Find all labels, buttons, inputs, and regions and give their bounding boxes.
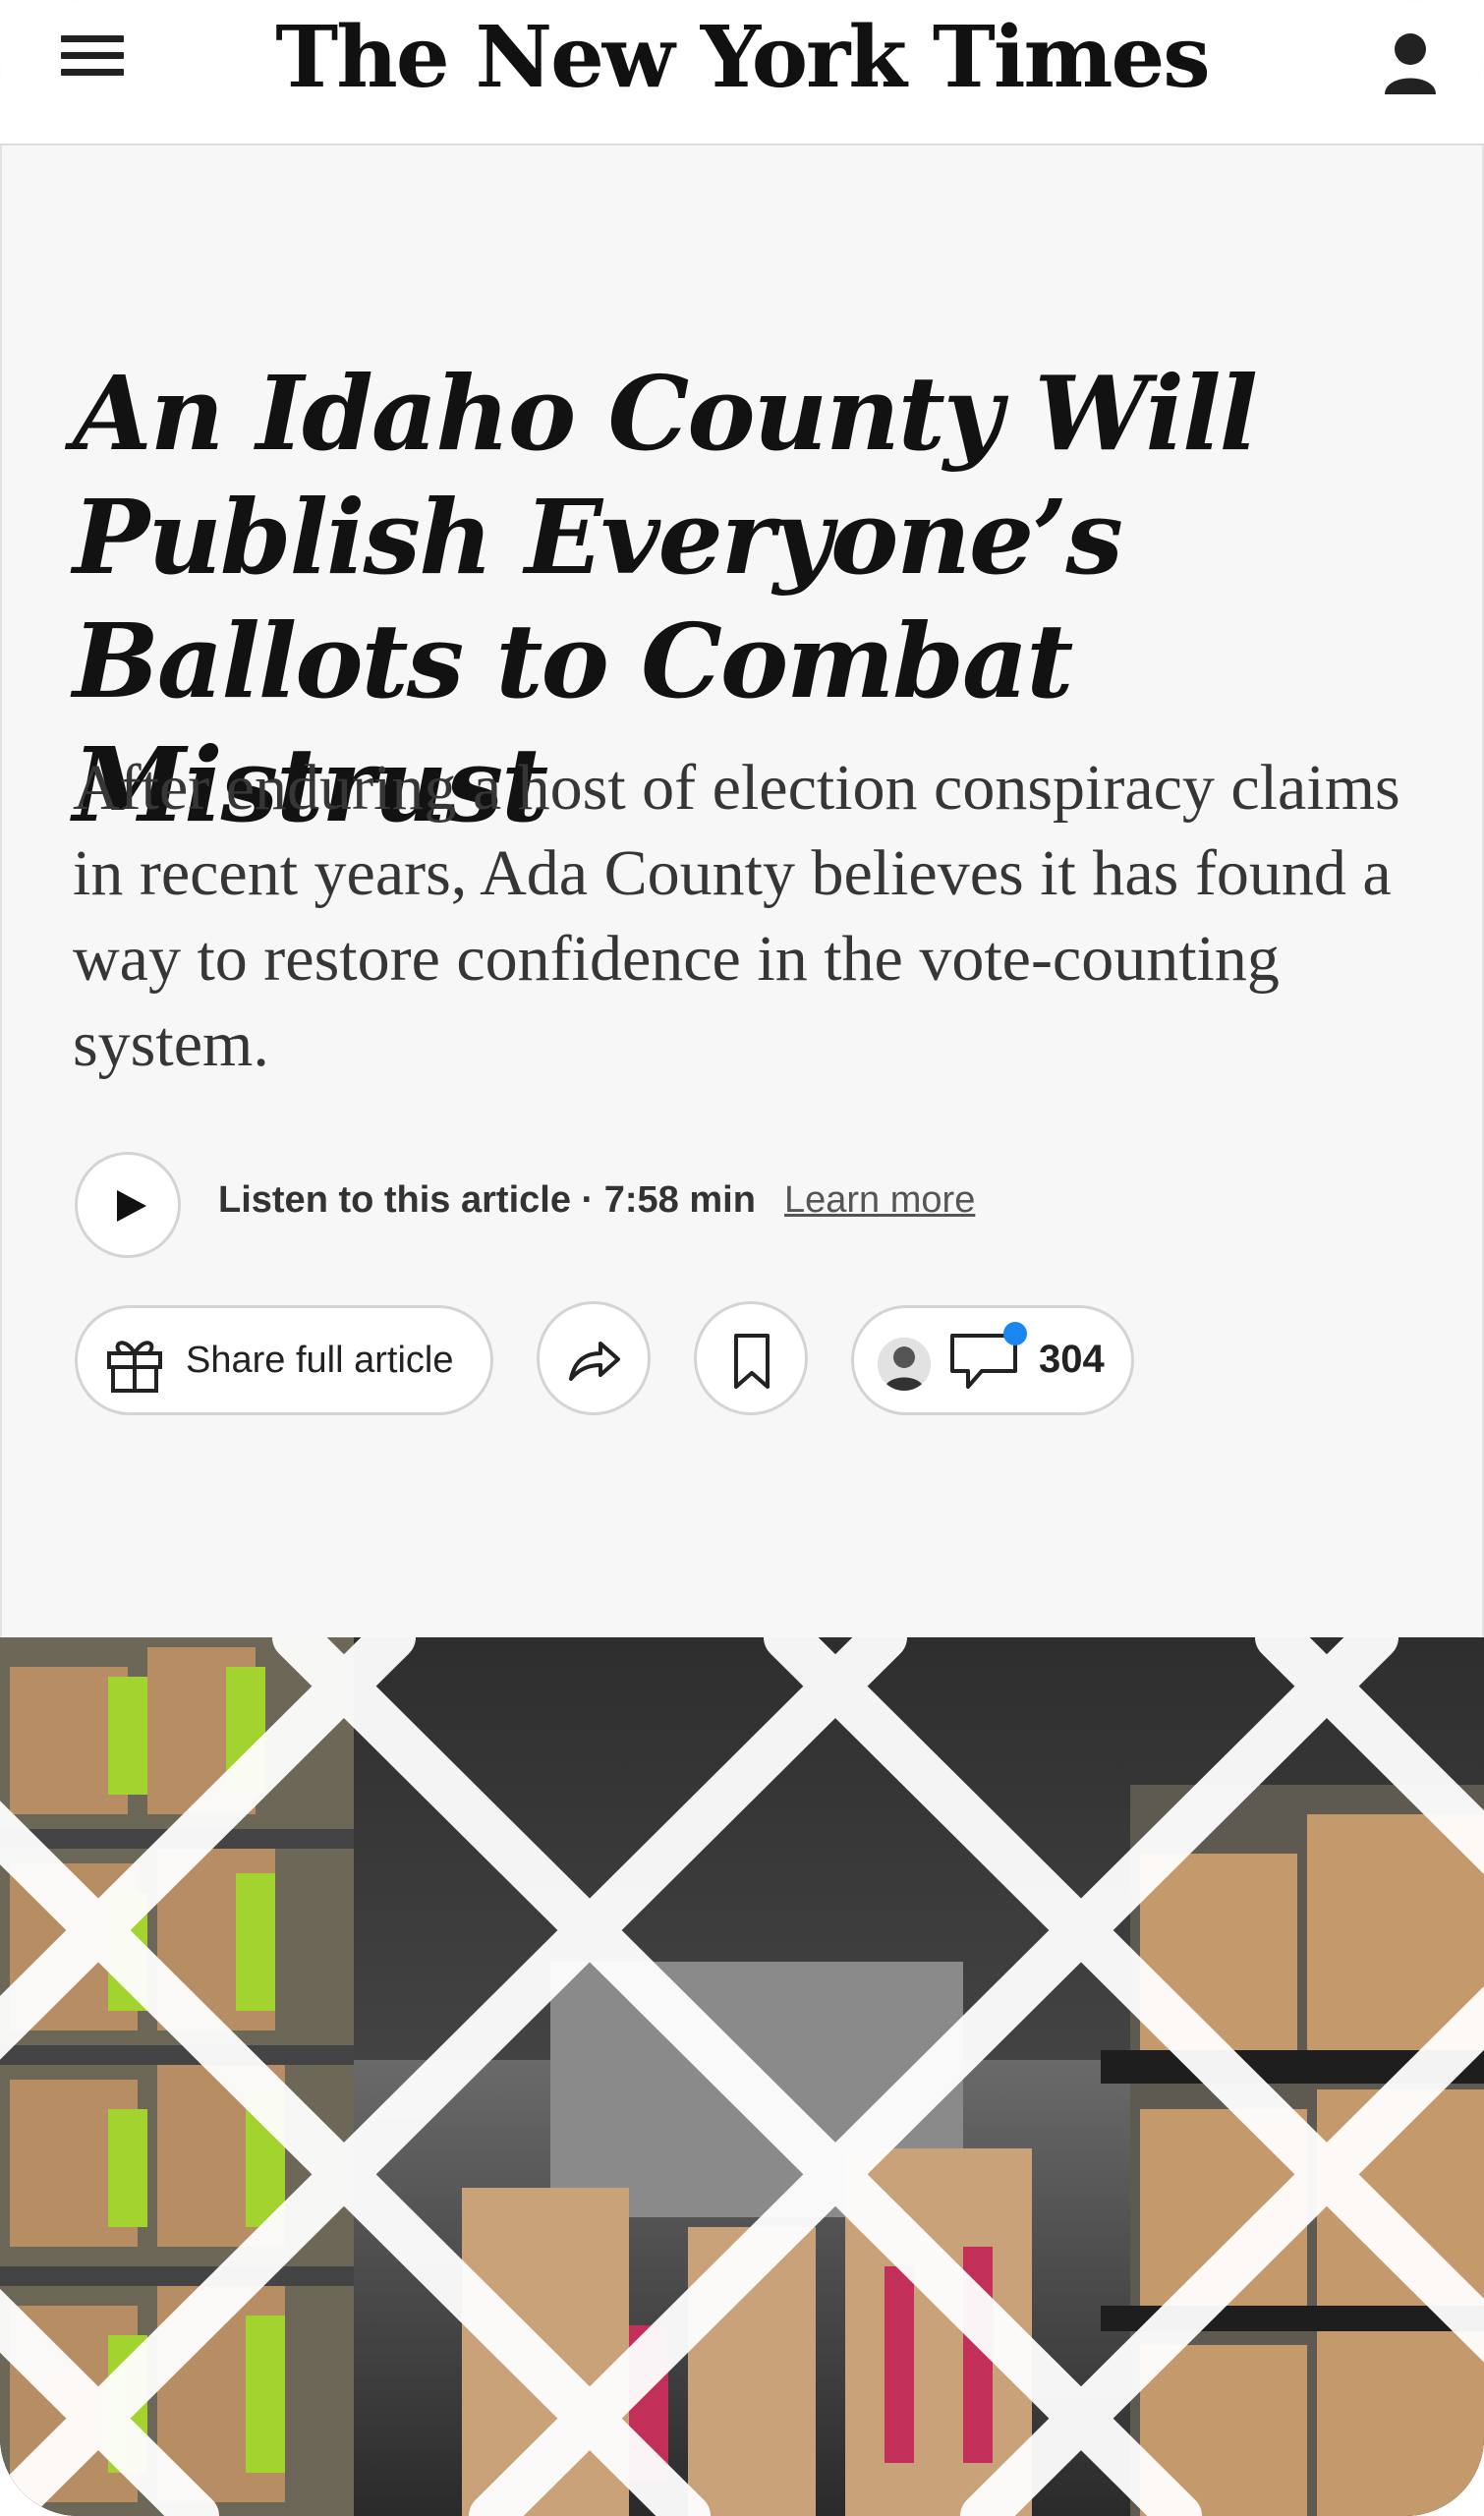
share-forward-button[interactable]	[537, 1301, 651, 1415]
share-label: Share full article	[186, 1340, 454, 1381]
listen-label: Listen to this article · 7:58 min	[218, 1179, 756, 1221]
nyt-logo[interactable]: The New York Times	[0, 4, 1484, 112]
article-photo	[0, 1637, 1484, 2516]
article-summary: After enduring a host of election conspi…	[73, 752, 1400, 1080]
comments-button[interactable]: 304	[851, 1305, 1134, 1415]
share-full-article-button[interactable]: Share full article	[75, 1305, 493, 1415]
bookmark-icon	[734, 1334, 770, 1389]
comment-count: 304	[1039, 1338, 1105, 1381]
play-icon	[117, 1190, 146, 1222]
learn-more-link[interactable]: Learn more	[784, 1179, 975, 1222]
notification-dot	[1003, 1322, 1027, 1345]
save-article-button[interactable]	[694, 1301, 808, 1415]
play-audio-button[interactable]	[75, 1152, 181, 1258]
user-account-icon	[1385, 33, 1436, 94]
masthead: The New York Times	[0, 0, 1484, 145]
account-button[interactable]	[1381, 29, 1440, 98]
phone-screen: The New York Times An Idaho County Will …	[0, 0, 1484, 2516]
avatar	[878, 1338, 931, 1391]
gift-icon	[107, 1341, 162, 1393]
forward-share-icon	[569, 1342, 620, 1381]
